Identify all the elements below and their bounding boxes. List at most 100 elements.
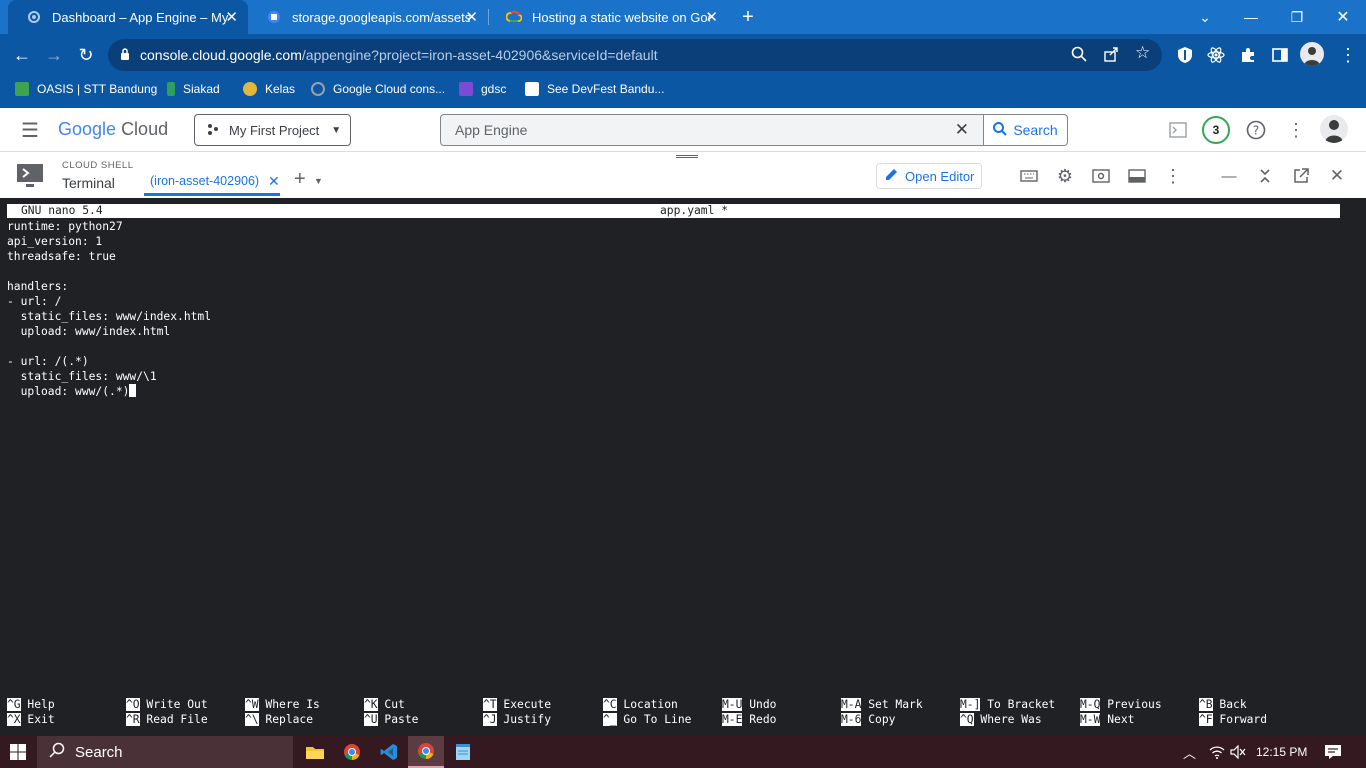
nano-filename: app.yaml * xyxy=(660,204,729,217)
bookmark-label: See DevFest Bandu... xyxy=(547,82,665,96)
notification-center-icon[interactable] xyxy=(1324,736,1342,768)
shortcut-next: M-W Next xyxy=(1080,712,1134,727)
speaker-icon[interactable] xyxy=(1230,736,1246,768)
collapse-shell-icon[interactable] xyxy=(1254,165,1276,187)
shortcut-replace: ^\ Replace xyxy=(245,712,313,727)
shortcut-key: M-Q xyxy=(1080,698,1101,711)
code-line: static_files: www/\1 xyxy=(7,370,157,383)
open-editor-button[interactable]: Open Editor xyxy=(876,163,982,189)
shortcut-key: M-E xyxy=(722,713,743,726)
code-line: runtime: python27 xyxy=(7,220,123,233)
react-extension-icon[interactable] xyxy=(1206,45,1226,65)
close-shell-icon[interactable]: ✕ xyxy=(1326,165,1348,187)
tab-search-icon[interactable]: ⌄ xyxy=(1182,0,1228,34)
shell-more-icon[interactable]: ⋮ xyxy=(1162,165,1184,187)
browser-tab-strip: Dashboard – App Engine – My First ✕ stor… xyxy=(0,0,1366,34)
lock-icon xyxy=(120,47,130,63)
shortcut-label: Set Mark xyxy=(868,698,923,711)
minimize-window-icon[interactable]: — xyxy=(1228,0,1274,34)
chrome-icon[interactable] xyxy=(334,736,370,768)
code-line: upload: www/(.*) xyxy=(7,385,130,398)
help-icon[interactable]: ? xyxy=(1244,118,1268,142)
bookmark-devfest[interactable]: See DevFest Bandu... xyxy=(525,82,664,96)
notification-count-badge[interactable]: 3 xyxy=(1202,116,1230,144)
vscode-icon[interactable] xyxy=(371,736,407,768)
browser-toolbar: ← → ↻ console.cloud.google.com/appengine… xyxy=(0,34,1366,76)
web-preview-icon[interactable] xyxy=(1090,165,1112,187)
puzzle-extensions-icon[interactable] xyxy=(1238,45,1258,65)
close-window-icon[interactable]: ✕ xyxy=(1320,0,1366,34)
clear-search-icon[interactable]: ✕ xyxy=(955,120,969,140)
keyboard-icon[interactable] xyxy=(1018,165,1040,187)
side-panel-icon[interactable] xyxy=(1270,45,1290,65)
shortcut-help: ^G Help xyxy=(7,697,55,712)
reload-icon[interactable]: ↻ xyxy=(71,40,101,70)
terminal-tab[interactable]: (iron-asset-402906) ✕ xyxy=(144,166,280,196)
bookmark-label: OASIS | STT Bandung xyxy=(37,82,158,96)
tab-title: Dashboard – App Engine – My First xyxy=(52,9,230,25)
browser-tab-dashboard[interactable]: Dashboard – App Engine – My First ✕ xyxy=(8,0,248,34)
bookmark-star-icon[interactable]: ☆ xyxy=(1135,43,1150,63)
account-avatar[interactable] xyxy=(1320,115,1348,143)
chrome-active-icon[interactable] xyxy=(408,736,444,768)
text-cursor xyxy=(129,384,137,397)
settings-gear-icon[interactable]: ⚙ xyxy=(1054,165,1076,187)
back-arrow-icon[interactable]: ← xyxy=(7,40,37,70)
shortcut-key: M-A xyxy=(841,698,862,711)
zoom-search-icon[interactable] xyxy=(1071,46,1087,65)
browser-menu-icon[interactable]: ⋮ xyxy=(1338,45,1358,65)
forward-arrow-icon[interactable]: → xyxy=(39,40,69,70)
shortcut-key: ^Q xyxy=(960,713,974,726)
browser-tab-hosting[interactable]: Hosting a static website on Goog ✕ xyxy=(488,0,728,34)
open-editor-label: Open Editor xyxy=(905,168,975,184)
taskbar-search-input[interactable]: Search xyxy=(37,736,293,768)
shortcut-undo: M-U Undo xyxy=(722,697,776,712)
layout-icon[interactable] xyxy=(1126,165,1148,187)
windows-start-icon[interactable] xyxy=(0,736,36,768)
project-name: My First Project xyxy=(229,122,320,138)
close-tab-icon[interactable]: ✕ xyxy=(465,8,478,26)
terminal-title: Terminal xyxy=(62,175,115,191)
close-tab-icon[interactable]: ✕ xyxy=(225,8,238,26)
cloud-shell-icon[interactable] xyxy=(1166,118,1190,142)
minimize-shell-icon[interactable]: — xyxy=(1218,165,1240,187)
gcp-header: ☰ Google Cloud My First Project ▼ App En… xyxy=(0,108,1366,152)
taskbar-search-label: Search xyxy=(75,743,123,761)
add-terminal-tab-icon[interactable]: + xyxy=(294,168,306,191)
file-explorer-icon[interactable] xyxy=(297,736,333,768)
bookmark-oasis[interactable]: OASIS | STT Bandung xyxy=(15,82,157,96)
shield-extension-icon[interactable] xyxy=(1175,45,1195,65)
bookmark-siakad[interactable]: Siakad xyxy=(167,82,220,96)
show-hidden-icons-icon[interactable]: ︿ xyxy=(1183,736,1196,768)
notepad-icon[interactable] xyxy=(445,736,481,768)
search-button[interactable]: Search xyxy=(984,114,1068,146)
code-line: api_version: 1 xyxy=(7,235,103,248)
close-tab-icon[interactable]: ✕ xyxy=(705,8,718,26)
nano-title-bar: GNU nano 5.4 app.yaml * xyxy=(7,204,1340,218)
wifi-icon[interactable] xyxy=(1209,736,1225,768)
project-selector[interactable]: My First Project ▼ xyxy=(194,114,351,146)
bookmark-gdsc[interactable]: gdsc xyxy=(459,82,506,96)
hamburger-menu-icon[interactable]: ☰ xyxy=(18,118,42,142)
close-terminal-tab-icon[interactable]: ✕ xyxy=(268,173,280,190)
console-search-input[interactable]: App Engine ✕ xyxy=(440,114,984,146)
profile-avatar[interactable] xyxy=(1300,42,1324,66)
new-tab-button[interactable]: + xyxy=(735,0,761,34)
browser-tab-storage[interactable]: storage.googleapis.com/assets_ ✕ xyxy=(248,0,488,34)
url-host: console.cloud.google.com xyxy=(140,47,302,63)
share-icon[interactable] xyxy=(1103,46,1119,65)
bookmark-kelas[interactable]: Kelas xyxy=(243,82,295,96)
restore-window-icon[interactable]: ❐ xyxy=(1274,0,1320,34)
terminal-tab-dropdown-icon[interactable]: ▼ xyxy=(314,176,323,186)
resize-handle[interactable] xyxy=(676,155,698,158)
shortcut-key: ^J xyxy=(483,713,497,726)
more-options-icon[interactable]: ⋮ xyxy=(1284,118,1308,142)
terminal-screen[interactable]: GNU nano 5.4 app.yaml * runtime: python2… xyxy=(0,198,1366,736)
search-icon xyxy=(993,121,1008,139)
open-new-window-icon[interactable] xyxy=(1290,165,1312,187)
address-bar[interactable]: console.cloud.google.com/appengine?proje… xyxy=(108,39,1162,71)
google-cloud-logo[interactable]: Google Cloud xyxy=(58,119,168,140)
bookmark-google-cloud[interactable]: Google Cloud cons... xyxy=(311,82,445,96)
taskbar-clock[interactable]: 12:15 PM xyxy=(1256,736,1307,768)
bookmarks-bar: OASIS | STT Bandung Siakad Kelas Google … xyxy=(0,76,1366,104)
